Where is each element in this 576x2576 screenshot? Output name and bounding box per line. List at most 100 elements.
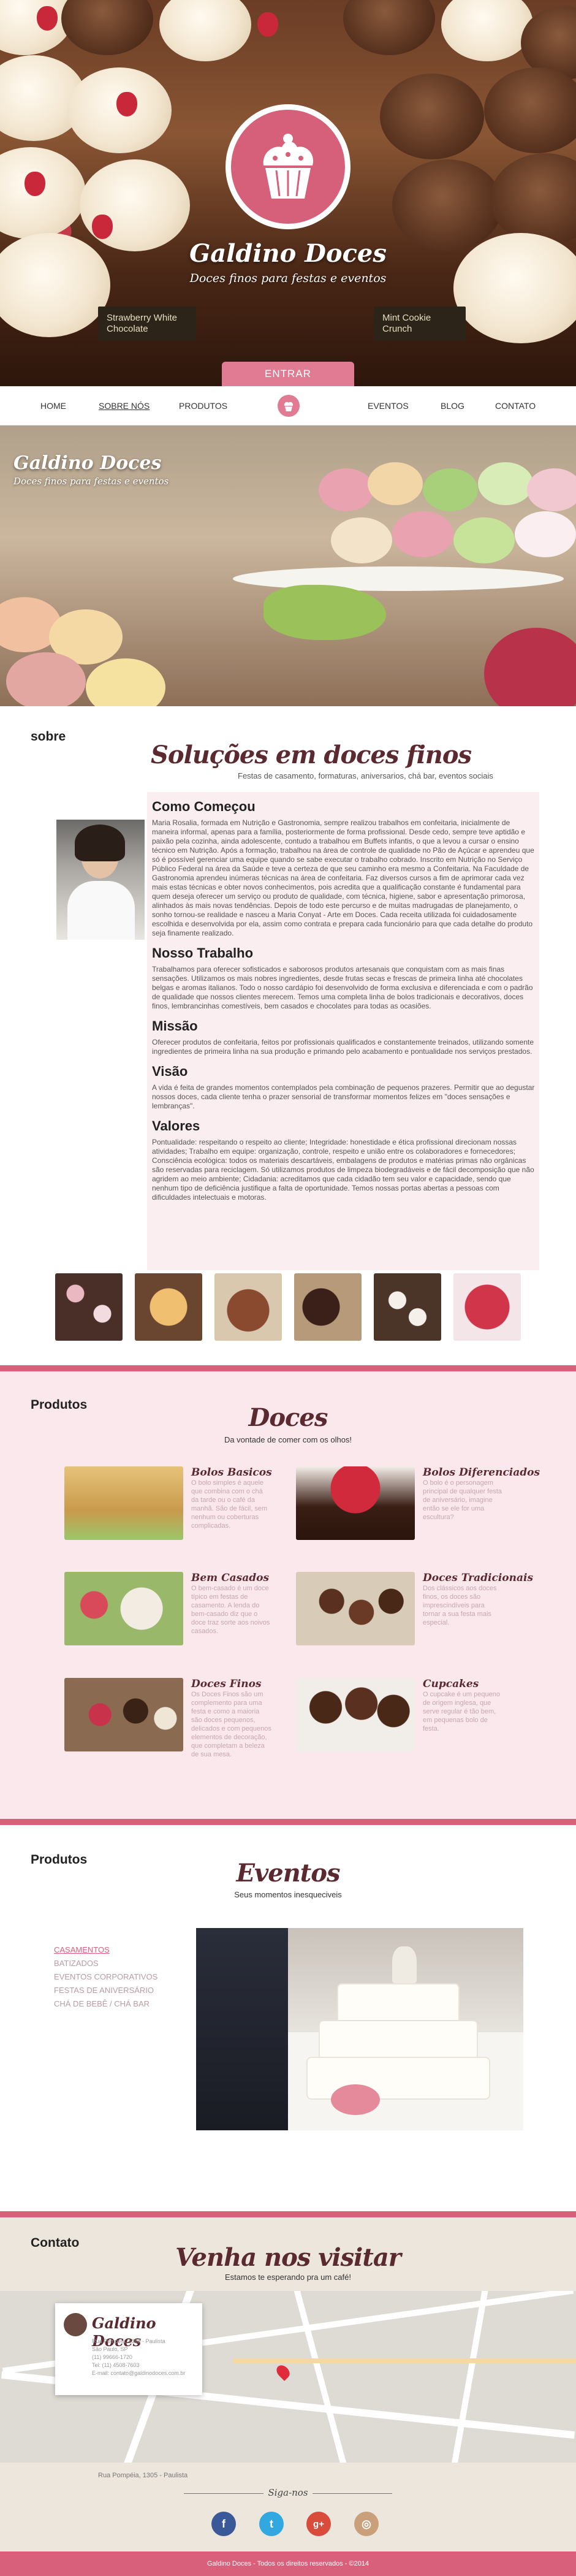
cupcake-image [441,0,533,61]
nav-eventos[interactable]: EVENTOS [368,401,409,411]
nav-contato[interactable]: CONTATO [495,401,536,411]
nav-blog[interactable]: BLOG [441,401,464,411]
cupcake-image [484,67,576,153]
hero-subtitle: Doces finos para festas e eventos [189,272,387,285]
product-description: O cupcake é um pequeno de origem inglesa… [423,1691,500,1732]
contact-line: São Paulo, SP [92,2346,128,2352]
section-divider [0,1819,576,1825]
macaron-image [86,658,165,706]
macaron-image [368,462,423,505]
avatar [64,2313,87,2336]
product-description: Os Doces Finos são um complemento para u… [191,1691,271,1758]
product-image[interactable] [296,1466,415,1540]
gallery-thumbnail[interactable] [214,1273,282,1341]
about-heading: Nosso Trabalho [152,945,254,961]
sobre-section: sobre Soluções em doces finos Festas de … [0,706,576,1365]
macarons-banner: Galdino Doces Doces finos para festas e … [0,425,576,706]
product-image[interactable] [64,1466,183,1540]
strawberry-decor [25,172,45,196]
cupcake-image [490,153,576,245]
macaron-image [331,517,392,563]
product-image[interactable] [64,1678,183,1751]
sobre-title: Soluções em doces finos [151,741,472,769]
cupcake-image [61,0,153,55]
nav-home[interactable]: HOME [40,401,66,411]
flowers-image [484,628,576,706]
gallery-thumbnail[interactable] [294,1273,362,1341]
nav-logo-icon[interactable] [278,395,300,417]
about-heading: Missão [152,1018,198,1034]
divider-line [313,2493,392,2494]
about-paragraph: A vida é feita de grandes momentos conte… [152,1083,535,1110]
twitter-icon[interactable]: t [259,2512,284,2536]
gallery-thumbnail[interactable] [55,1273,123,1341]
contact-line: Tel: (11) 4508-7603 [92,2362,140,2368]
macaron-image [319,468,374,511]
event-link[interactable]: BATIZADOS [54,1957,157,1970]
about-heading: Como Começou [152,799,256,814]
cupcake-image [343,0,435,55]
cupcake-icon [263,134,314,199]
instagram-icon[interactable]: ◎ [354,2512,379,2536]
cupcake-sign: Strawberry White Chocolate [98,307,196,341]
event-link[interactable]: CASAMENTOS [54,1943,157,1957]
hero-title: Galdino Doces [189,239,387,268]
macaron-image [423,468,478,511]
enter-button[interactable]: ENTRAR [222,362,354,386]
gallery-thumbnail[interactable] [453,1273,521,1341]
gallery-thumbnail[interactable] [135,1273,202,1341]
doces-subtitle: Da vontade de comer com os olhos! [224,1435,352,1444]
section-divider [0,1365,576,1371]
product-name[interactable]: Bolos Basicos [191,1466,272,1479]
facebook-icon[interactable]: f [211,2512,236,2536]
footer: Galdino Doces - Todos os direitos reserv… [0,2551,576,2576]
wedding-cake-image [196,1928,523,2130]
follow-label: Siga-nos [268,2487,308,2498]
contact-email[interactable]: E-mail: contato@galdinodoces.com.br [92,2369,185,2377]
product-description: Dos clássicos aos doces finos, os doces … [423,1585,497,1626]
macaron-image [478,462,533,505]
event-link[interactable]: FESTAS DE ANIVERSÁRIO [54,1984,157,1997]
doces-title: Doces [248,1403,328,1432]
cupcake-image [0,147,86,239]
strawberry-decor [116,92,137,116]
nav-produtos[interactable]: PRODUTOS [179,401,227,411]
gallery-thumbnail[interactable] [374,1273,441,1341]
cupcake-image [392,159,502,251]
product-image[interactable] [296,1572,415,1645]
address-text: Rua Pompéia, 1305 - Paulista [98,2472,188,2479]
brand-logo [225,104,351,229]
product-name[interactable]: Bolos Diferenciados [423,1466,540,1479]
eventos-title: Eventos [236,1859,341,1888]
eventos-subtitle: Seus momentos inesqueciveis [234,1890,342,1899]
about-paragraph: Maria Rosalia, formada em Nutrição e Gas… [152,818,534,937]
google-plus-icon[interactable]: g+ [306,2512,331,2536]
contato-title: Venha nos visitar [175,2243,401,2272]
product-name[interactable]: Cupcakes [423,1678,479,1690]
section-divider [0,2211,576,2217]
event-link[interactable]: CHÁ DE BEBÊ / CHÁ BAR [54,1997,157,2011]
nav-sobre[interactable]: SOBRE NÓS [99,401,150,411]
product-image[interactable] [64,1572,183,1645]
cupcake-image [80,159,190,251]
about-block: Valores Pontualidade: respeitando o respe… [152,1118,536,1202]
sobre-tagline: Festas de casamento, formaturas, anivers… [238,771,493,780]
section-label: sobre [31,730,66,744]
contato-section: Contato Venha nos visitar Estamos te esp… [0,2217,576,2576]
contact-card: Galdino Doces Rua Pompéia, 1305 - Paulis… [55,2303,202,2395]
main-nav: HOME SOBRE NÓS PRODUTOS EVENTOS BLOG CON… [0,386,576,425]
product-description: O bolo é o personagem principal de qualq… [423,1479,502,1521]
product-name[interactable]: Doces Finos [191,1678,262,1690]
strawberry-decor [92,215,113,239]
product-name[interactable]: Doces Tradicionais [423,1572,533,1584]
macaron-image [453,517,515,563]
founder-photo [56,820,145,940]
map-pin-icon[interactable] [274,2363,292,2381]
eventos-section: Produtos Eventos Seus momentos inesqueci… [0,1825,576,2211]
event-link[interactable]: EVENTOS CORPORATIVOS [54,1970,157,1984]
macaron-image [392,511,453,557]
product-name[interactable]: Bem Casados [191,1572,269,1584]
ribbon-bow [263,585,386,640]
product-image[interactable] [296,1678,415,1751]
cake-stand [233,566,564,591]
